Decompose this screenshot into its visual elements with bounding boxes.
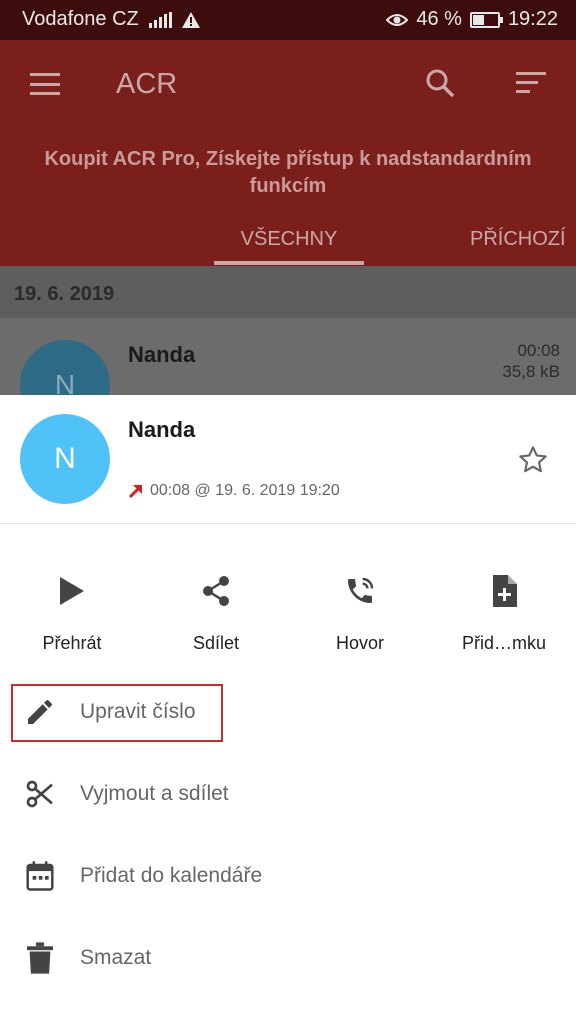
signal-icon [148, 11, 172, 28]
play-label: Přehrát [42, 633, 102, 653]
add-calendar-item[interactable]: Přidat do kalendáře [0, 842, 576, 912]
share-label: Sdílet [192, 633, 240, 653]
call-label: Hovor [335, 633, 384, 653]
divider [0, 523, 576, 524]
play-button[interactable]: Přehrát [0, 571, 144, 654]
warning-icon [181, 11, 200, 28]
list-item-name: Nanda [128, 342, 196, 367]
tab-all[interactable]: VŠECHNY [214, 228, 364, 251]
list-item-duration: 00:08 [517, 341, 560, 360]
date-header-text: 19. 6. 2019 [14, 283, 115, 305]
list-item-meta: 00:08 35,8 kB [502, 340, 560, 382]
calendar-icon [26, 861, 54, 891]
cut-share-label: Vyjmout a sdílet [80, 782, 229, 805]
call-button[interactable]: Hovor [288, 571, 432, 654]
list-item-size: 35,8 kB [502, 362, 560, 381]
share-button[interactable]: Sdílet [144, 571, 288, 654]
call-meta: 00:08 @ 19. 6. 2019 19:20 [126, 481, 340, 501]
status-bar: Vodafone CZ 46 % 19:22 [0, 0, 576, 40]
outgoing-call-icon [128, 484, 143, 499]
delete-label: Smazat [80, 946, 152, 969]
cut-share-item[interactable]: Vyjmout a sdílet [0, 760, 576, 830]
edit-icon [28, 700, 52, 724]
battery-percent: 46 % [416, 8, 462, 30]
clock: 19:22 [507, 8, 558, 30]
star-icon[interactable] [516, 444, 550, 476]
bottom-sheet: N Nanda 00:08 @ 19. 6. 2019 19:20 Přehrá… [0, 395, 576, 1024]
avatar: N [20, 414, 110, 504]
delete-icon [27, 942, 53, 974]
promo-banner[interactable]: Koupit ACR Pro, Získejte přístup k nadst… [20, 146, 556, 200]
edit-number-label: Upravit číslo [80, 700, 196, 723]
tab-incoming[interactable]: PŘÍCHOZÍ [470, 228, 566, 251]
add-note-button[interactable]: Přid…mku [432, 571, 576, 654]
share-icon [203, 576, 229, 606]
edit-number-item[interactable]: Upravit číslo [0, 678, 576, 748]
call-info: 00:08 @ 19. 6. 2019 19:20 [150, 482, 340, 499]
sort-icon[interactable] [516, 72, 546, 93]
add-note-label: Přid…mku [461, 633, 546, 653]
tab-indicator [214, 261, 364, 265]
add-calendar-label: Přidat do kalendáře [80, 864, 263, 887]
app-title: ACR [116, 68, 178, 100]
play-icon [60, 577, 84, 605]
recordings-list: 19. 6. 2019 N Nanda 00:08 35,8 kB [0, 266, 576, 430]
contact-name: Nanda [128, 417, 196, 442]
app-bar: ACR Koupit ACR Pro, Získejte přístup k n… [0, 40, 576, 266]
menu-icon[interactable] [30, 73, 60, 95]
battery-icon [469, 11, 503, 28]
date-header: 19. 6. 2019 [0, 266, 576, 318]
carrier-name: Vodafone CZ [22, 8, 139, 30]
eye-icon [386, 13, 409, 26]
phone-icon [348, 577, 374, 603]
note-add-icon [493, 575, 517, 607]
cut-icon [26, 780, 53, 808]
delete-item[interactable]: Smazat [0, 924, 576, 994]
search-icon[interactable] [424, 67, 456, 99]
